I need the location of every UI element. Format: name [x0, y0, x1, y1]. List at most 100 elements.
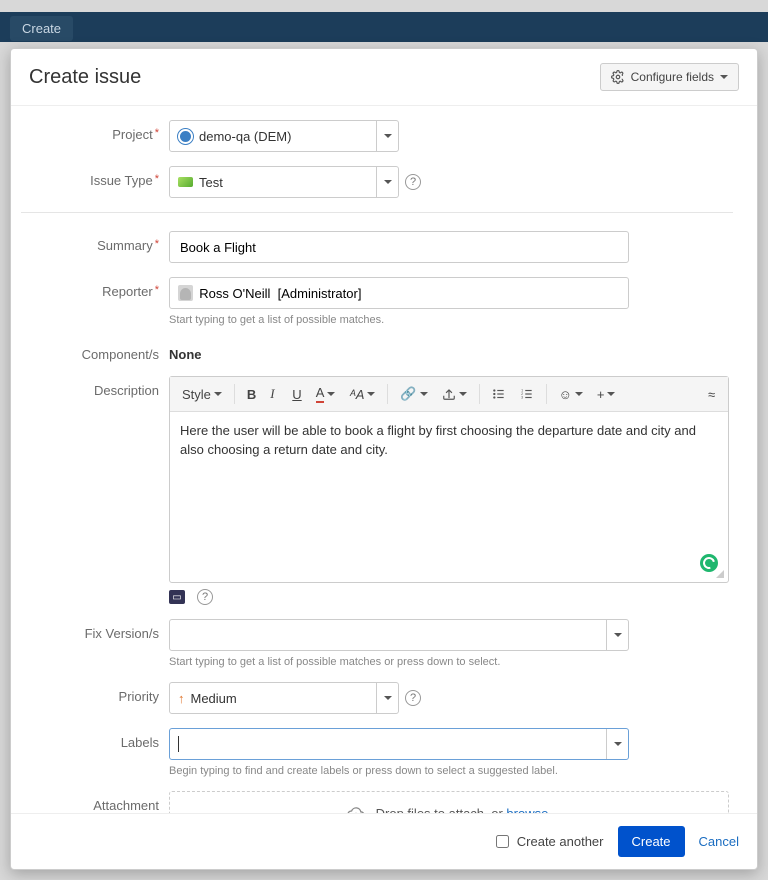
resize-handle[interactable] [714, 568, 726, 580]
field-fix-versions: Fix Version/s Start typing to get a list… [21, 619, 733, 668]
field-issue-type: Issue Type Test ? [21, 166, 733, 198]
labels-dropdown-trigger[interactable] [606, 729, 628, 759]
field-components: Component/s None [21, 340, 733, 362]
create-another-label: Create another [517, 834, 604, 849]
section-divider [21, 212, 733, 213]
rte-italic-button[interactable]: I [264, 382, 284, 406]
dialog-footer: Create another Create Cancel [11, 813, 757, 869]
attachment-drop-text: Drop files to attach, or [376, 806, 507, 813]
issue-type-help-icon[interactable]: ? [405, 174, 421, 190]
issue-type-dropdown-trigger[interactable] [376, 167, 398, 197]
rte-formatting-button[interactable]: ᴬA [343, 383, 381, 406]
rte-bold-button[interactable]: B [241, 383, 262, 406]
create-button[interactable]: Create [618, 826, 685, 857]
labels-label: Labels [21, 728, 169, 750]
field-attachment: Attachment Drop files to attach, or brow… [21, 791, 733, 813]
rte-attachment-button[interactable] [436, 383, 473, 405]
priority-select[interactable]: ↑ Medium [169, 682, 399, 714]
description-editor: Style B I U A ᴬA 🔗 [169, 376, 729, 583]
chevron-down-icon [367, 392, 375, 396]
priority-label: Priority [21, 682, 169, 704]
reporter-input-wrapper [169, 277, 629, 309]
create-another-input[interactable] [496, 835, 509, 848]
description-textarea[interactable]: Here the user will be able to book a fli… [170, 412, 728, 582]
rte-collapse-button[interactable]: ≈ [702, 383, 722, 406]
visual-mode-icon[interactable]: ▭ [169, 590, 185, 604]
rte-bullet-list-button[interactable] [486, 383, 512, 405]
fix-versions-label: Fix Version/s [21, 619, 169, 641]
project-select[interactable]: demo-qa (DEM) [169, 120, 399, 152]
attachment-dropzone[interactable]: Drop files to attach, or browse. [169, 791, 729, 813]
field-description: Description Style B I U A ᴬA 🔗 [21, 376, 733, 605]
rte-link-button[interactable]: 🔗 [394, 382, 433, 406]
chevron-down-icon [384, 180, 392, 184]
reporter-label: Reporter [21, 277, 169, 299]
rte-style-dropdown[interactable]: Style [176, 383, 228, 406]
field-project: Project demo-qa (DEM) [21, 120, 733, 152]
issue-type-select[interactable]: Test [169, 166, 399, 198]
dialog-header: Create issue Configure fields [11, 49, 757, 105]
field-priority: Priority ↑ Medium ? [21, 682, 733, 714]
field-summary: Summary [21, 231, 733, 263]
rte-textcolor-button[interactable]: A [310, 381, 342, 407]
issue-type-icon [178, 177, 193, 187]
attachment-period: . [548, 806, 552, 813]
field-reporter: Reporter Start typing to get a list of p… [21, 277, 733, 326]
labels-input[interactable] [169, 728, 629, 760]
gear-icon [611, 70, 625, 84]
priority-icon: ↑ [178, 691, 185, 706]
summary-input[interactable] [178, 239, 620, 256]
field-labels: Labels Begin typing to find and create l… [21, 728, 733, 777]
chevron-down-icon [384, 134, 392, 138]
components-value: None [169, 340, 202, 362]
project-label: Project [21, 120, 169, 142]
priority-value: Medium [191, 691, 237, 706]
chevron-down-icon [214, 392, 222, 396]
dialog-title: Create issue [29, 66, 141, 89]
summary-input-wrapper [169, 231, 629, 263]
project-avatar-icon [178, 129, 193, 144]
attachment-browse-link[interactable]: browse [506, 806, 548, 813]
fix-versions-hint: Start typing to get a list of possible m… [169, 656, 733, 668]
avatar-icon [178, 285, 193, 301]
svg-text:3: 3 [521, 396, 523, 400]
chevron-down-icon [607, 392, 615, 396]
app-topbar [0, 12, 768, 42]
rte-more-button[interactable]: + [591, 383, 622, 406]
rte-numbered-list-button[interactable]: 123 [514, 383, 540, 405]
project-dropdown-trigger[interactable] [376, 121, 398, 151]
chevron-down-icon [614, 633, 622, 637]
rte-emoji-button[interactable]: ☺ [553, 383, 589, 406]
chevron-down-icon [720, 75, 728, 79]
priority-help-icon[interactable]: ? [405, 690, 421, 706]
rte-style-label: Style [182, 387, 211, 402]
description-label: Description [21, 376, 169, 398]
chevron-down-icon [420, 392, 428, 396]
reporter-input[interactable] [197, 285, 620, 302]
chevron-down-icon [614, 742, 622, 746]
components-label: Component/s [21, 340, 169, 362]
fix-versions-select[interactable] [169, 619, 629, 651]
dialog-body: Project demo-qa (DEM) Issue Type [11, 105, 757, 813]
summary-label: Summary [21, 231, 169, 253]
description-text: Here the user will be able to book a fli… [180, 423, 696, 457]
rte-underline-button[interactable]: U [286, 383, 307, 406]
topbar-create-button[interactable]: Create [10, 16, 73, 41]
attachment-label: Attachment [21, 791, 169, 813]
chevron-down-icon [575, 392, 583, 396]
cancel-link[interactable]: Cancel [699, 834, 739, 849]
chevron-down-icon [384, 696, 392, 700]
project-value: demo-qa (DEM) [199, 129, 291, 144]
configure-fields-label: Configure fields [631, 70, 714, 84]
issue-type-value: Test [199, 175, 223, 190]
configure-fields-button[interactable]: Configure fields [600, 63, 739, 91]
labels-hint: Begin typing to find and create labels o… [169, 765, 733, 777]
chevron-down-icon [327, 392, 335, 396]
priority-dropdown-trigger[interactable] [376, 683, 398, 713]
reporter-hint: Start typing to get a list of possible m… [169, 314, 733, 326]
rte-toolbar: Style B I U A ᴬA 🔗 [170, 377, 728, 412]
create-issue-dialog: Create issue Configure fields Project de… [10, 48, 758, 870]
fix-versions-dropdown-trigger[interactable] [606, 620, 628, 650]
description-help-icon[interactable]: ? [197, 589, 213, 605]
create-another-checkbox[interactable]: Create another [492, 832, 604, 851]
